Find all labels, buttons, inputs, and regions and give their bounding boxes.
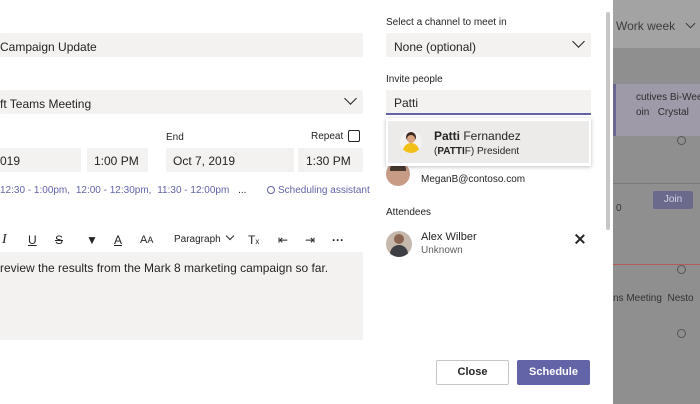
chevron-down-icon [344, 92, 357, 105]
time-slot-label: 0 [616, 203, 622, 214]
chevron-down-icon [685, 18, 696, 29]
repeat-checkbox[interactable] [348, 130, 360, 142]
people-suggestion-dropdown: Patti Fernandez (PATTIF) President [386, 118, 591, 166]
suggestion-detail: (PATTIF) President [434, 146, 520, 157]
underline-icon[interactable]: U [28, 233, 37, 247]
suggestion-name: Patti Fernandez [434, 129, 521, 143]
sync-icon [677, 136, 686, 145]
organizer-email: MeganB@contoso.com [421, 174, 526, 185]
people-suggestion-item[interactable]: Patti Fernandez (PATTIF) President [388, 121, 589, 163]
suggested-time[interactable]: 11:30 - 12:00pm [157, 185, 229, 196]
background-calendar: Work week cutives Bi-Weekly oin Crystal … [613, 0, 700, 404]
meeting-body-editor[interactable]: review the results from the Mark 8 marke… [0, 252, 363, 340]
view-selector[interactable]: Work week [613, 10, 700, 40]
sync-icon [677, 329, 686, 338]
chevron-down-icon [226, 231, 235, 241]
event-details: oin Crystal [636, 107, 689, 118]
italic-icon[interactable]: I [2, 233, 7, 247]
new-meeting-dialog: Campaign Update ft Teams Meeting End Rep… [0, 0, 613, 404]
end-label: End [166, 132, 184, 143]
schedule-button[interactable]: Schedule [517, 360, 590, 385]
clock-icon [267, 186, 275, 194]
end-time-input[interactable]: 1:30 PM [298, 148, 363, 172]
divider [613, 183, 700, 184]
more-times-icon[interactable]: ... [238, 185, 246, 196]
paragraph-style-select[interactable]: Paragraph [174, 231, 235, 247]
title-input[interactable]: Campaign Update [0, 33, 363, 57]
title-value: Campaign Update [0, 40, 97, 54]
clear-formatting-icon[interactable]: Tx [248, 233, 259, 247]
attendee-status: Unknown [421, 245, 463, 256]
attendees-label: Attendees [386, 207, 432, 218]
end-date-input[interactable]: Oct 7, 2019 [166, 148, 294, 172]
event-title: cutives Bi-Weekly [636, 92, 700, 103]
repeat-label: Repeat [311, 131, 344, 142]
decrease-indent-icon[interactable]: ⇤ [278, 233, 288, 247]
remove-attendee-icon[interactable] [574, 233, 586, 245]
strikethrough-icon[interactable]: S [55, 233, 63, 247]
scheduling-assistant-link[interactable]: Scheduling assistant [267, 185, 370, 196]
calendar-event[interactable]: cutives Bi-Weekly oin Crystal [613, 84, 700, 136]
start-date-input[interactable]: 019 [0, 148, 81, 172]
font-size-icon[interactable]: AA [140, 233, 153, 247]
start-time-input[interactable]: 1:00 PM [87, 148, 148, 172]
scrollbar[interactable] [606, 12, 610, 230]
meeting-type-select[interactable]: ft Teams Meeting [0, 90, 363, 114]
avatar [386, 231, 412, 257]
body-text: review the results from the Mark 8 marke… [0, 261, 329, 275]
channel-label: Select a channel to meet in [386, 17, 507, 28]
font-color-icon[interactable]: A [114, 233, 122, 247]
suggested-time[interactable]: 12:00 - 12:30pm, [76, 185, 152, 196]
calendar-event[interactable]: ns Meeting Nesto [613, 284, 700, 316]
more-options-icon[interactable]: ··· [332, 233, 344, 247]
invite-people-input[interactable]: Patti [386, 90, 591, 115]
meeting-type-value: ft Teams Meeting [0, 97, 92, 111]
view-selector-label: Work week [616, 19, 676, 33]
invite-label: Invite people [386, 74, 443, 85]
highlight-icon[interactable]: ▼ [86, 233, 98, 247]
sync-icon [677, 265, 686, 274]
avatar [400, 131, 422, 153]
suggested-time[interactable]: 12:30 - 1:00pm, [0, 185, 70, 196]
channel-select[interactable]: None (optional) [386, 33, 591, 57]
current-time-line [613, 264, 700, 265]
suggested-times: 12:30 - 1:00pm, 12:00 - 12:30pm, 11:30 -… [0, 185, 246, 196]
increase-indent-icon[interactable]: ⇥ [305, 233, 315, 247]
chevron-down-icon [572, 35, 585, 48]
close-button[interactable]: Close [436, 360, 509, 385]
attendee-name: Alex Wilber [421, 231, 477, 243]
join-button[interactable]: Join [653, 191, 693, 209]
